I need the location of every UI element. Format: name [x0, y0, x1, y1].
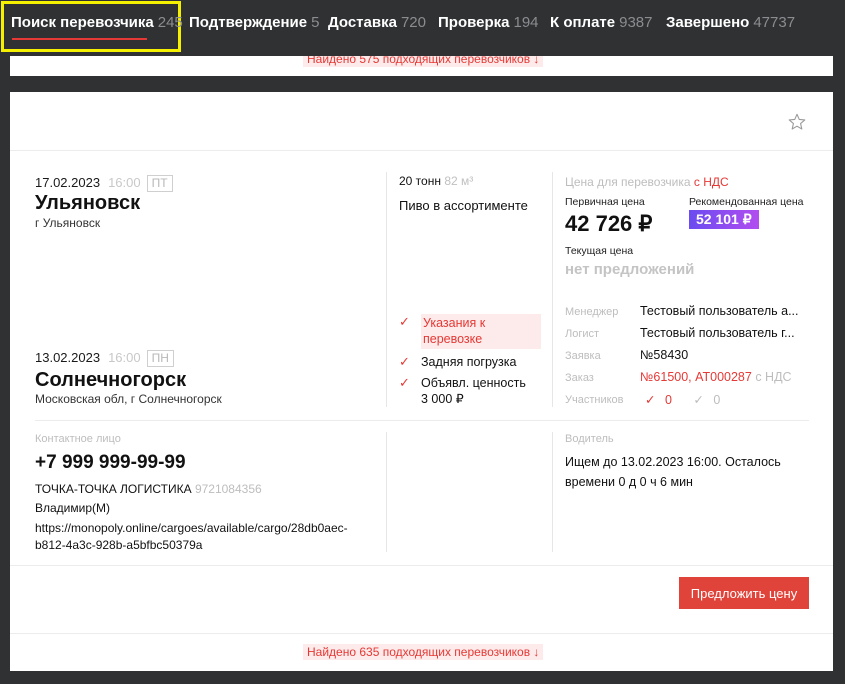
unloading-date-row: 13.02.2023 16:00 ПН — [35, 349, 174, 367]
column-divider — [552, 432, 553, 552]
loading-time: 16:00 — [108, 175, 141, 190]
requirement-label: Указания к перевозке — [421, 314, 541, 349]
cargo-volume: 82 м³ — [444, 174, 474, 188]
request-label: Заявка — [565, 350, 601, 362]
participants-other-count: 0 — [713, 393, 721, 407]
tab-count: 245 — [157, 14, 183, 31]
participants-label: Участников — [565, 394, 624, 406]
current-price-label: Текущая цена — [565, 245, 634, 257]
tab-confirmation[interactable]: Подтверждение 5 — [189, 14, 319, 31]
check-icon: ✓ — [399, 354, 410, 369]
tab-completed[interactable]: Завершено 47737 — [666, 14, 795, 31]
current-price: нет предложений — [565, 261, 695, 278]
logist-label: Логист — [565, 328, 600, 340]
carrier-price-header: Цена для перевозчика с НДС — [565, 175, 729, 189]
found-carriers-link[interactable]: Найдено 575 подходящих перевозчиков ↓ — [303, 56, 544, 67]
tab-carrier-search[interactable]: Поиск перевозчика 245 — [11, 14, 183, 31]
driver-search-status: Ищем до 13.02.2023 16:00. Осталось време… — [565, 455, 781, 489]
order-value-row: №61500, АТ000287 с НДС — [640, 370, 792, 384]
initial-price: 42 726 ₽ — [565, 211, 653, 236]
participants-checked-count: 0 — [664, 393, 672, 407]
cargo-link-line-2[interactable]: b812-4a3c-928b-a5bfbc50379a — [35, 536, 202, 555]
loading-region: г Ульяновск — [35, 216, 101, 230]
loading-date: 17.02.2023 — [35, 175, 101, 190]
unloading-date: 13.02.2023 — [35, 350, 101, 365]
tab-label: К оплате — [550, 14, 616, 31]
check-icon: ✓ — [399, 314, 410, 329]
requirement-label: Задняя погрузка — [421, 355, 517, 369]
section-divider — [35, 420, 809, 421]
card-header-divider — [10, 150, 833, 151]
tab-count: 47737 — [753, 14, 796, 31]
participants-counts: ✓ 0 ✓ 0 — [645, 392, 720, 407]
manager-value: Тестовый пользователь а... — [640, 304, 799, 318]
previous-order-card: Найдено 575 подходящих перевозчиков ↓ — [10, 56, 833, 76]
loading-city: Ульяновск — [35, 192, 141, 214]
recommended-price-badge: 52 101 ₽ — [689, 210, 759, 229]
card-footer-divider — [10, 633, 833, 634]
logist-value: Тестовый пользователь г... — [640, 326, 795, 340]
company-name: ТОЧКА-ТОЧКА ЛОГИСТИКА — [35, 482, 192, 496]
vat-label: с НДС — [693, 175, 729, 189]
active-tab-underline — [12, 38, 147, 40]
carrier-price-label: Цена для перевозчика — [565, 175, 691, 189]
tab-count: 5 — [311, 14, 320, 31]
column-divider — [552, 172, 553, 407]
cargo-weight: 20 тонн — [399, 174, 441, 188]
tab-label: Доставка — [328, 14, 397, 31]
unloading-weekday: ПН — [146, 350, 174, 367]
found-carriers-link[interactable]: Найдено 635 подходящих перевозчиков ↓ — [303, 644, 544, 660]
order-numbers-link[interactable]: №61500, АТ000287 — [640, 370, 752, 384]
tab-label: Поиск перевозчика — [11, 14, 154, 31]
tab-count: 194 — [513, 14, 539, 31]
contact-person: Владимир(М) — [35, 501, 110, 515]
cargo-name: Пиво в ассортименте — [399, 198, 528, 213]
recommended-price-label: Рекомендованная цена — [689, 196, 804, 208]
check-icon: ✓ — [399, 375, 410, 390]
offer-price-button[interactable]: Предложить цену — [679, 577, 809, 609]
company-row: ТОЧКА-ТОЧКА ЛОГИСТИКА 9721084356 — [35, 482, 262, 496]
order-card: 17.02.2023 16:00 ПТ Ульяновск г Ульяновск … — [10, 92, 833, 671]
unloading-city: Солнечногорск — [35, 369, 187, 391]
star-outline-icon[interactable] — [787, 112, 807, 132]
tab-label: Завершено — [666, 14, 750, 31]
status-tabs: Поиск перевозчика 245 Подтверждение 5 Дост… — [0, 0, 845, 56]
tab-verification[interactable]: Проверка 194 — [438, 14, 539, 31]
tab-label: Подтверждение — [189, 14, 308, 31]
requirement-item: ✓ Задняя погрузка — [399, 354, 549, 372]
tab-delivery[interactable]: Доставка 720 — [328, 14, 426, 31]
manager-label: Менеджер — [565, 306, 619, 318]
unloading-region: Московская обл, г Солнечногорск — [35, 392, 222, 406]
loading-weekday: ПТ — [146, 175, 173, 192]
initial-price-label: Первичная цена — [565, 196, 645, 208]
column-divider — [386, 172, 387, 407]
contact-phone[interactable]: +7 999 999-99-99 — [35, 452, 186, 474]
contact-label: Контактное лицо — [35, 433, 121, 445]
request-number: №58430 — [640, 348, 689, 362]
requirement-label: Объявл. ценность 3 000 ₽ — [421, 376, 526, 406]
cargo-weight-row: 20 тонн 82 м³ — [399, 174, 473, 188]
tab-count: 9387 — [619, 14, 653, 31]
loading-date-row: 17.02.2023 16:00 ПТ — [35, 174, 173, 192]
column-divider — [386, 432, 387, 552]
requirement-item: ✓ Объявл. ценность 3 000 ₽ — [399, 375, 549, 409]
tab-label: Проверка — [438, 14, 510, 31]
tab-count: 720 — [400, 14, 426, 31]
order-label: Заказ — [565, 372, 594, 384]
unloading-time: 16:00 — [108, 350, 141, 365]
driver-label: Водитель — [565, 433, 614, 445]
requirement-item: ✓ Указания к перевозке — [399, 314, 549, 349]
order-vat: с НДС — [755, 370, 792, 384]
recommended-price: 52 101 ₽ — [689, 210, 759, 229]
check-icon: ✓ — [645, 393, 656, 407]
company-inn: 9721084356 — [194, 482, 262, 496]
check-icon: ✓ — [693, 393, 704, 407]
section-divider — [10, 565, 833, 566]
tab-to-pay[interactable]: К оплате 9387 — [550, 14, 652, 31]
